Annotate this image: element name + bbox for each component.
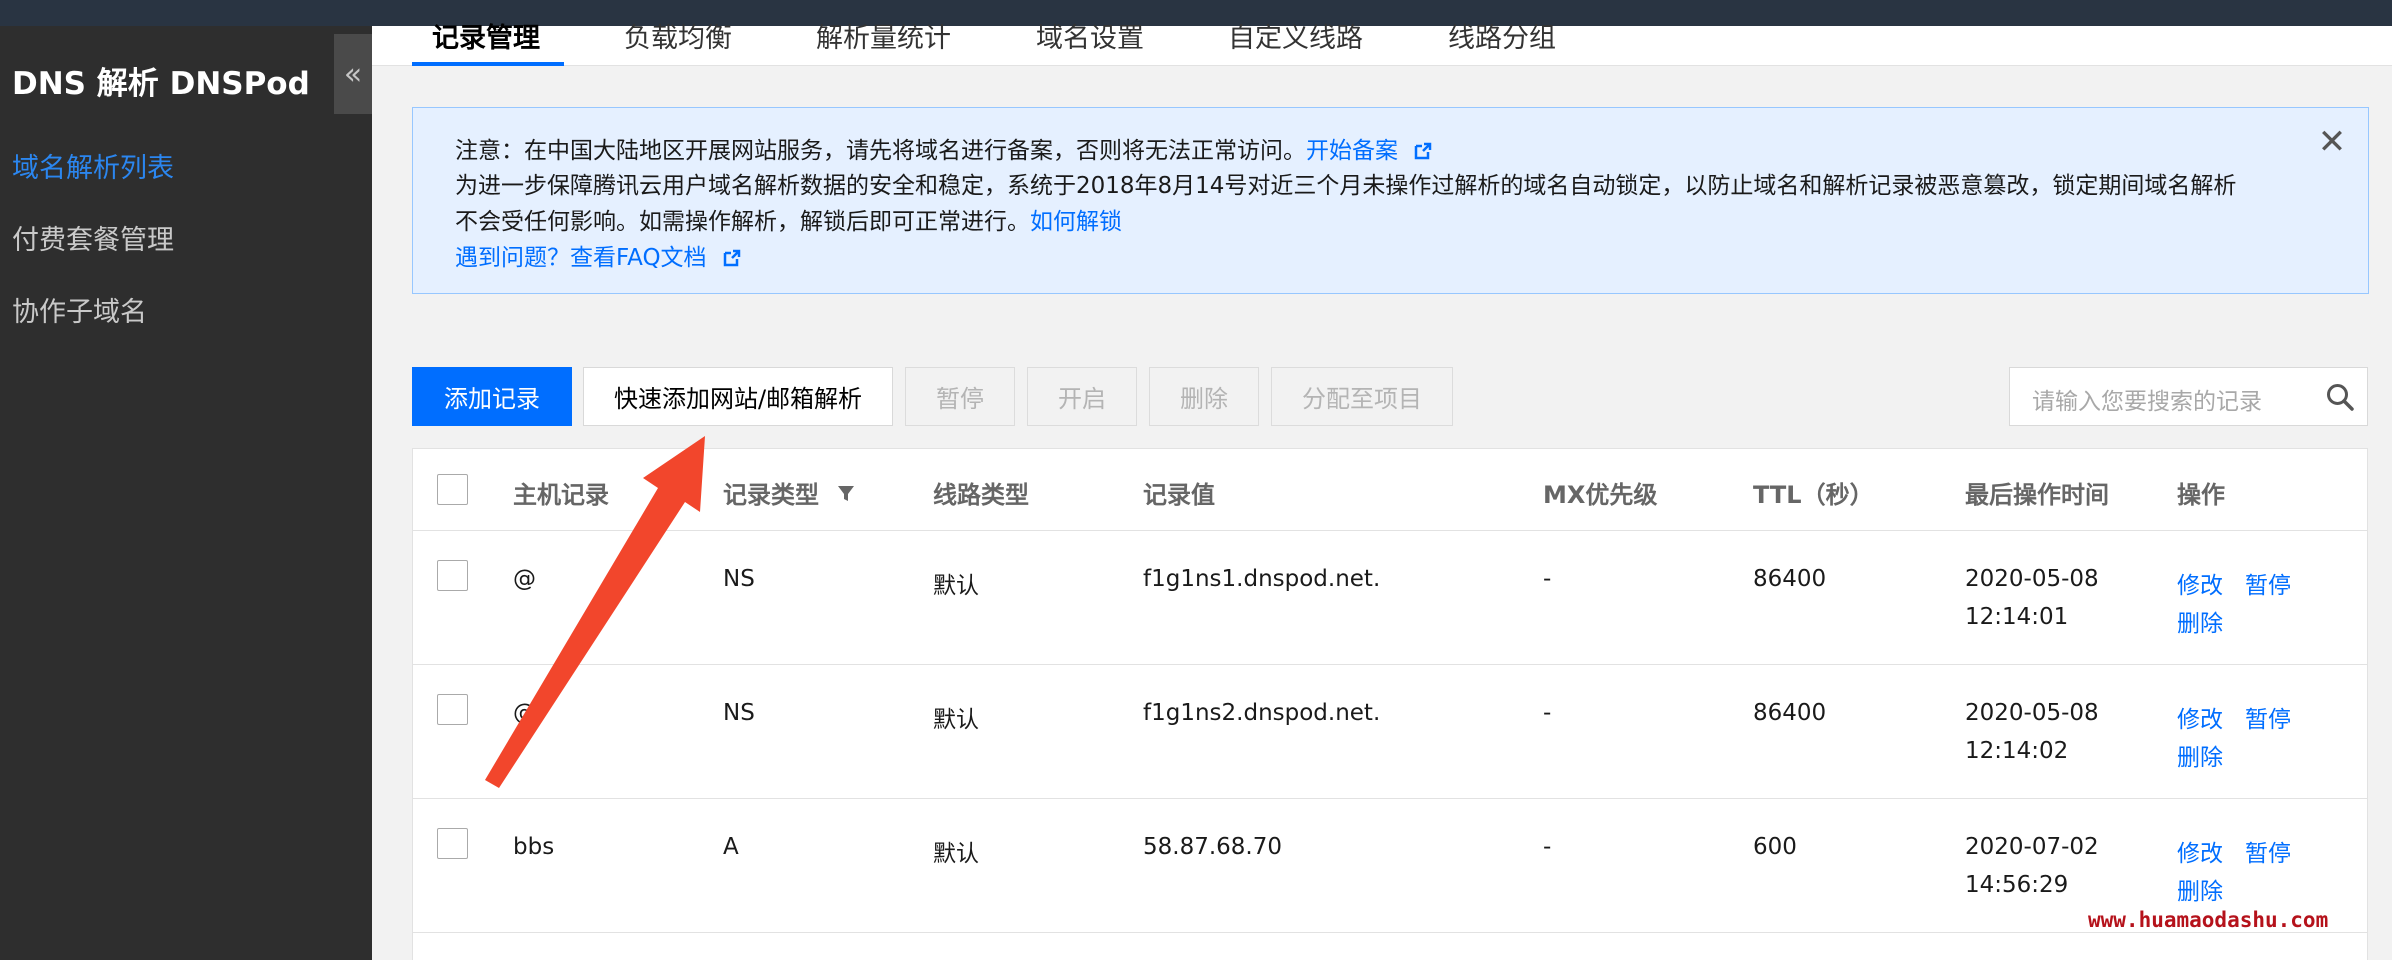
notice-line-4: 遇到问题？查看FAQ文档	[455, 238, 742, 272]
watermark: www.huamaodashu.com	[2088, 908, 2329, 932]
search-input[interactable]: 请输入您要搜索的记录	[2032, 382, 2262, 416]
cell-value: f1g1ns2.dnspod.net.	[1143, 700, 1381, 726]
pause-button[interactable]: 暂停	[905, 367, 1015, 426]
enable-button[interactable]: 开启	[1027, 367, 1137, 426]
cell-ttl: 600	[1753, 834, 1797, 860]
search-icon[interactable]	[2325, 382, 2355, 412]
tab-load-balancing[interactable]: 负载均衡	[624, 16, 732, 55]
row-checkbox[interactable]	[437, 694, 468, 725]
row-checkbox[interactable]	[437, 560, 468, 591]
edit-link[interactable]: 修改	[2177, 834, 2223, 868]
header-line: 线路类型	[933, 481, 1029, 509]
notice-line-3: 不会受任何影响。如需操作解析，解锁后即可正常进行。如何解锁	[455, 209, 1122, 235]
cell-time: 12:14:01	[1965, 604, 2069, 630]
tab-record-management[interactable]: 记录管理	[432, 16, 540, 55]
header-ops: 操作	[2177, 481, 2225, 509]
cell-type: NS	[723, 566, 755, 592]
cell-ttl: 86400	[1753, 566, 1827, 592]
how-to-unlock-link[interactable]: 如何解锁	[1030, 209, 1122, 235]
collapse-sidebar-button[interactable]: «	[334, 34, 372, 114]
delete-link[interactable]: 删除	[2177, 738, 2223, 772]
double-chevron-left-icon: «	[343, 56, 363, 92]
edit-link[interactable]: 修改	[2177, 700, 2223, 734]
edit-link[interactable]: 修改	[2177, 566, 2223, 600]
tab-domain-settings[interactable]: 域名设置	[1036, 16, 1144, 55]
cell-host: bbs	[513, 834, 555, 860]
cell-type: NS	[723, 700, 755, 726]
record-search[interactable]: 请输入您要搜索的记录	[2009, 367, 2368, 426]
external-link-icon	[1415, 142, 1432, 160]
pause-link[interactable]: 暂停	[2245, 834, 2291, 868]
close-icon[interactable]: ✕	[2316, 125, 2348, 159]
cell-line: 默认	[933, 573, 979, 599]
cell-type: A	[723, 834, 739, 860]
quick-add-button[interactable]: 快速添加网站/邮箱解析	[583, 367, 893, 426]
add-record-button[interactable]: 添加记录	[412, 367, 572, 426]
sidebar-item-domain-list[interactable]: 域名解析列表	[12, 146, 174, 185]
delete-button[interactable]: 删除	[1149, 367, 1259, 426]
app-title: DNS 解析 DNSPod	[12, 66, 310, 102]
header-mx: MX优先级	[1543, 481, 1658, 509]
browser-top-bar	[0, 0, 2392, 26]
tab-custom-lines[interactable]: 自定义线路	[1228, 16, 1363, 55]
cell-line: 默认	[933, 841, 979, 867]
header-time: 最后操作时间	[1965, 481, 2109, 509]
table-header: 主机记录 记录类型 线路类型 记录值 MX优先级 TTL（秒） 最后操作时间 操…	[413, 449, 2367, 531]
cell-line: 默认	[933, 707, 979, 733]
sidebar-item-paid-plans[interactable]: 付费套餐管理	[12, 218, 174, 257]
row-checkbox[interactable]	[437, 828, 468, 859]
records-table: 主机记录 记录类型 线路类型 记录值 MX优先级 TTL（秒） 最后操作时间 操…	[412, 448, 2368, 960]
pause-link[interactable]: 暂停	[2245, 566, 2291, 600]
header-value: 记录值	[1143, 481, 1215, 509]
cell-mx: -	[1543, 700, 1552, 726]
cell-date: 2020-07-02	[1965, 834, 2099, 860]
cell-mx: -	[1543, 566, 1552, 592]
header-type[interactable]: 记录类型	[723, 475, 855, 510]
cell-mx: -	[1543, 834, 1552, 860]
cell-time: 14:56:29	[1965, 872, 2069, 898]
cell-ttl: 86400	[1753, 700, 1827, 726]
tab-line-groups[interactable]: 线路分组	[1448, 16, 1556, 55]
header-host: 主机记录	[513, 481, 609, 509]
cell-value: 58.87.68.70	[1143, 834, 1282, 860]
select-all-checkbox[interactable]	[437, 474, 468, 505]
pause-link[interactable]: 暂停	[2245, 700, 2291, 734]
start-filing-link[interactable]: 开始备案	[1306, 138, 1398, 164]
cell-date: 2020-05-08	[1965, 700, 2099, 726]
cell-host: @	[513, 700, 536, 726]
header-ttl: TTL（秒）	[1753, 481, 1874, 509]
assign-project-button[interactable]: 分配至项目	[1271, 367, 1453, 426]
tab-resolution-stats[interactable]: 解析量统计	[816, 16, 951, 55]
cell-host: @	[513, 566, 536, 592]
table-row: @ NS 默认 f1g1ns2.dnspod.net. - 86400 2020…	[413, 665, 2367, 799]
delete-link[interactable]: 删除	[2177, 604, 2223, 638]
notice-line-1: 注意：在中国大陆地区开展网站服务，请先将域名进行备案，否则将无法正常访问。开始备…	[455, 131, 1433, 165]
cell-date: 2020-05-08	[1965, 566, 2099, 592]
delete-link[interactable]: 删除	[2177, 872, 2223, 906]
faq-docs-link[interactable]: 遇到问题？查看FAQ文档	[455, 245, 707, 271]
notice-line-2: 为进一步保障腾讯云用户域名解析数据的安全和稳定，系统于2018年8月14号对近三…	[455, 173, 2237, 199]
table-row: @ NS 默认 f1g1ns1.dnspod.net. - 86400 2020…	[413, 531, 2367, 665]
external-link-icon	[723, 249, 741, 267]
sidebar-item-collab-subdomain[interactable]: 协作子域名	[12, 290, 147, 329]
active-tab-indicator	[412, 62, 564, 66]
filter-icon[interactable]	[837, 485, 855, 503]
table-row: bbs A 默认 58.87.68.70 - 600 2020-07-02 14…	[413, 799, 2367, 933]
sidebar: DNS 解析 DNSPod 域名解析列表 付费套餐管理 协作子域名	[0, 26, 372, 960]
cell-value: f1g1ns1.dnspod.net.	[1143, 566, 1381, 592]
cell-time: 12:14:02	[1965, 738, 2069, 764]
tab-bar: 记录管理 负载均衡 解析量统计 域名设置 自定义线路 线路分组	[372, 23, 2392, 66]
notice-banner: 注意：在中国大陆地区开展网站服务，请先将域名进行备案，否则将无法正常访问。开始备…	[412, 107, 2369, 294]
